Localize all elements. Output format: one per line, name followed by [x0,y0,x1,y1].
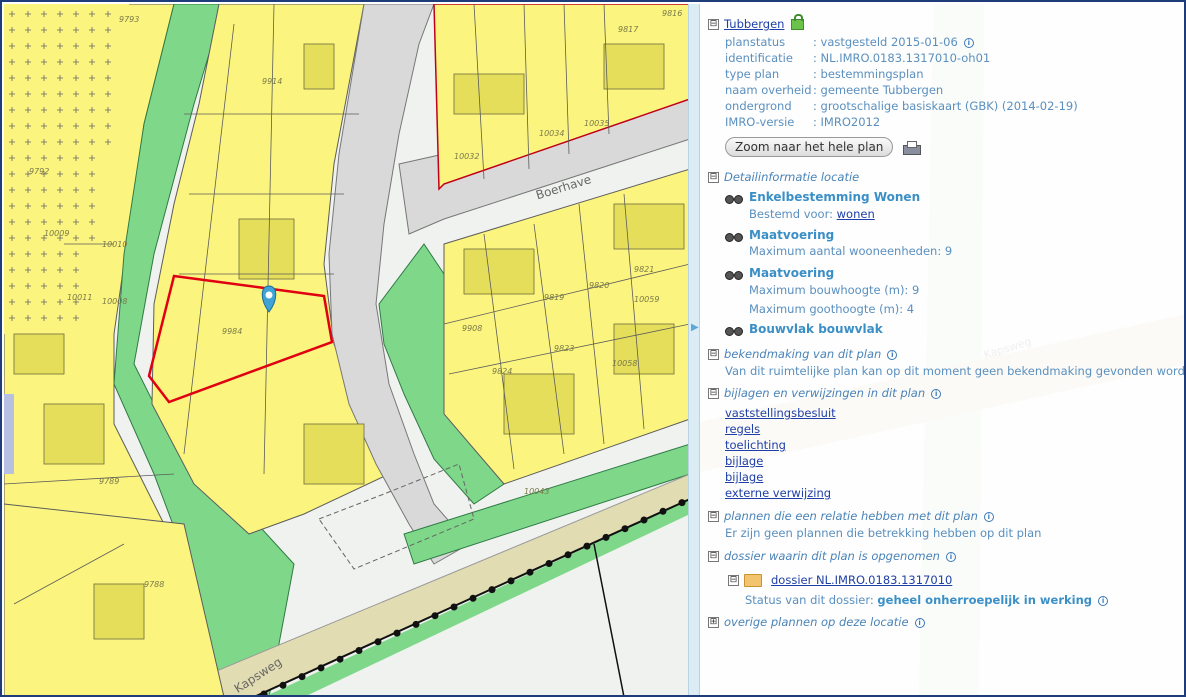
info-icon[interactable]: i [931,388,942,399]
tree-toggle-plan[interactable]: ⊟ [708,19,719,30]
detail-title[interactable]: Maatvoering [749,228,834,242]
relatie-text: Er zijn geen plannen die betrekking hebb… [725,526,1042,540]
plan-field-key: IMRO-versie [725,115,795,129]
parcel-number: 10008 [102,297,127,306]
panel-splitter[interactable]: ▶ [688,4,700,695]
bijlage-link[interactable]: bijlage [725,470,763,484]
plan-field-key: ondergrond [725,99,792,113]
plan-field-row: IMRO-versie : IMRO2012 [725,115,880,129]
plan-field-row: identificatie : NL.IMRO.0183.1317010-oh01 [725,51,990,65]
plan-field-value: : vastgesteld 2015-01-06 [813,35,958,49]
section-relatie[interactable]: plannen die een relatie hebben met dit p… [724,509,978,523]
binoculars-icon[interactable] [725,269,743,280]
section-bekendmaking[interactable]: bekendmaking van dit plan [724,347,881,361]
bijlage-link[interactable]: vaststellingsbesluit [725,406,836,420]
plan-field-row: planstatus : vastgesteld 2015-01-06 i [725,35,974,49]
plan-field-row: ondergrond : grootschalige basiskaart (GB… [725,99,1078,113]
parcel-number: 9789 [99,477,119,486]
plan-field-value: : NL.IMRO.0183.1317010-oh01 [813,51,991,65]
tree-toggle-dossier-item[interactable]: ⊟ [728,575,739,586]
section-overige[interactable]: overige plannen op deze locatie [724,615,909,629]
section-detail[interactable]: Detailinformatie locatie [724,170,859,184]
parcel-number: 10011 [67,293,92,302]
tree-toggle-bekend[interactable]: ⊟ [708,349,719,360]
section-dossier[interactable]: dossier waarin dit plan is opgenomen [724,549,940,563]
binoculars-icon[interactable] [725,231,743,242]
parcel-number: 10009 [44,229,69,238]
plan-field-key: planstatus [725,35,786,49]
parcel-number: 9817 [618,25,639,34]
plan-field-row: type plan : bestemmingsplan [725,67,924,81]
detail-title[interactable]: Maatvoering [749,266,834,280]
parcel-number: 9816 [662,9,682,18]
parcel-number: 10043 [524,487,549,496]
plan-field-value: : grootschalige basiskaart (GBK) (2014-0… [813,99,1078,113]
plan-name-link[interactable]: Tubbergen [724,17,784,31]
bekendmaking-text: Van dit ruimtelijke plan kan op dit mome… [725,364,1186,378]
parcel-number: 10035 [584,119,609,128]
viewer-frame: Boerhave Kapsweg Kapsweg 979399149817981… [0,0,1186,697]
parcel-number: 9824 [492,367,512,376]
plan-field-value: : bestemmingsplan [813,67,924,81]
parcel-number: 10010 [102,240,127,249]
parcel-number: 10032 [454,152,479,161]
parcel-number: 10058 [612,359,637,368]
folder-icon [744,574,762,587]
binoculars-icon[interactable] [725,325,743,336]
dossier-link[interactable]: dossier NL.IMRO.0183.1317010 [771,573,952,587]
parcel-number: 9823 [554,344,574,353]
parcel-number: 10034 [539,129,564,138]
binoculars-icon[interactable] [725,193,743,204]
plan-field-key: identificatie [725,51,793,65]
parcel-number: 9788 [144,580,164,589]
detail-line: Bestemd voor: [749,207,837,221]
parcel-number: 9908 [462,324,482,333]
bijlage-link[interactable]: bijlage [725,454,763,468]
plan-field-row: naam overheid: gemeente Tubbergen [725,83,943,97]
bijlage-link[interactable]: toelichting [725,438,786,452]
parcel-number: 9984 [222,327,242,336]
info-panel: ⊟ Tubbergen planstatus : vastgesteld 2015-… [700,4,1186,695]
info-icon[interactable]: i [914,617,925,628]
tree-toggle-relatie[interactable]: ⊟ [708,511,719,522]
tree-toggle-bijlagen[interactable]: ⊟ [708,388,719,399]
parcel-number: 9821 [634,265,654,274]
plan-field-value: : IMRO2012 [813,115,881,129]
detail-line: Maximum aantal wooneenheden: 9 [749,244,953,258]
dossier-status-label: Status van dit dossier: [745,593,878,607]
info-icon[interactable]: i [963,37,974,48]
bijlage-link[interactable]: externe verwijzing [725,486,831,500]
detail-title[interactable]: Enkelbestemming Wonen [749,190,920,204]
plan-field-key: naam overheid [725,83,812,97]
info-icon[interactable]: i [945,551,956,562]
tree-toggle-dossier[interactable]: ⊟ [708,551,719,562]
plan-field-key: type plan [725,67,780,81]
collapse-arrow-icon[interactable]: ▶ [691,322,699,333]
bestemd-voor-link[interactable]: wonen [837,207,875,221]
section-bijlagen[interactable]: bijlagen en verwijzingen in dit plan [724,386,925,400]
info-icon[interactable]: i [1098,595,1109,606]
detail-title[interactable]: Bouwvlak bouwvlak [749,322,883,336]
bijlage-link[interactable]: regels [725,422,760,436]
info-icon[interactable]: i [983,511,994,522]
parcel-number: 9819 [544,293,564,302]
info-icon[interactable]: i [887,349,898,360]
plan-field-value: : gemeente Tubbergen [813,83,944,97]
printer-icon[interactable] [901,140,922,155]
parcel-number: 9792 [29,167,49,176]
detail-line: Maximum bouwhoogte (m): 9 [749,283,920,297]
zoom-to-plan-button[interactable]: Zoom naar het hele plan [725,137,894,157]
tree-toggle-detail[interactable]: ⊟ [708,172,719,183]
parcel-number: 9793 [119,15,139,24]
tree-toggle-overige[interactable]: ⊞ [708,617,719,628]
parcel-number: 9820 [589,281,609,290]
parcel-number: 9914 [262,77,282,86]
parcel-number: 10059 [634,295,659,304]
dossier-status-value: geheel onherroepelijk in werking [877,593,1093,607]
detail-line: Maximum goothoogte (m): 4 [749,302,915,316]
lock-icon [791,14,805,30]
